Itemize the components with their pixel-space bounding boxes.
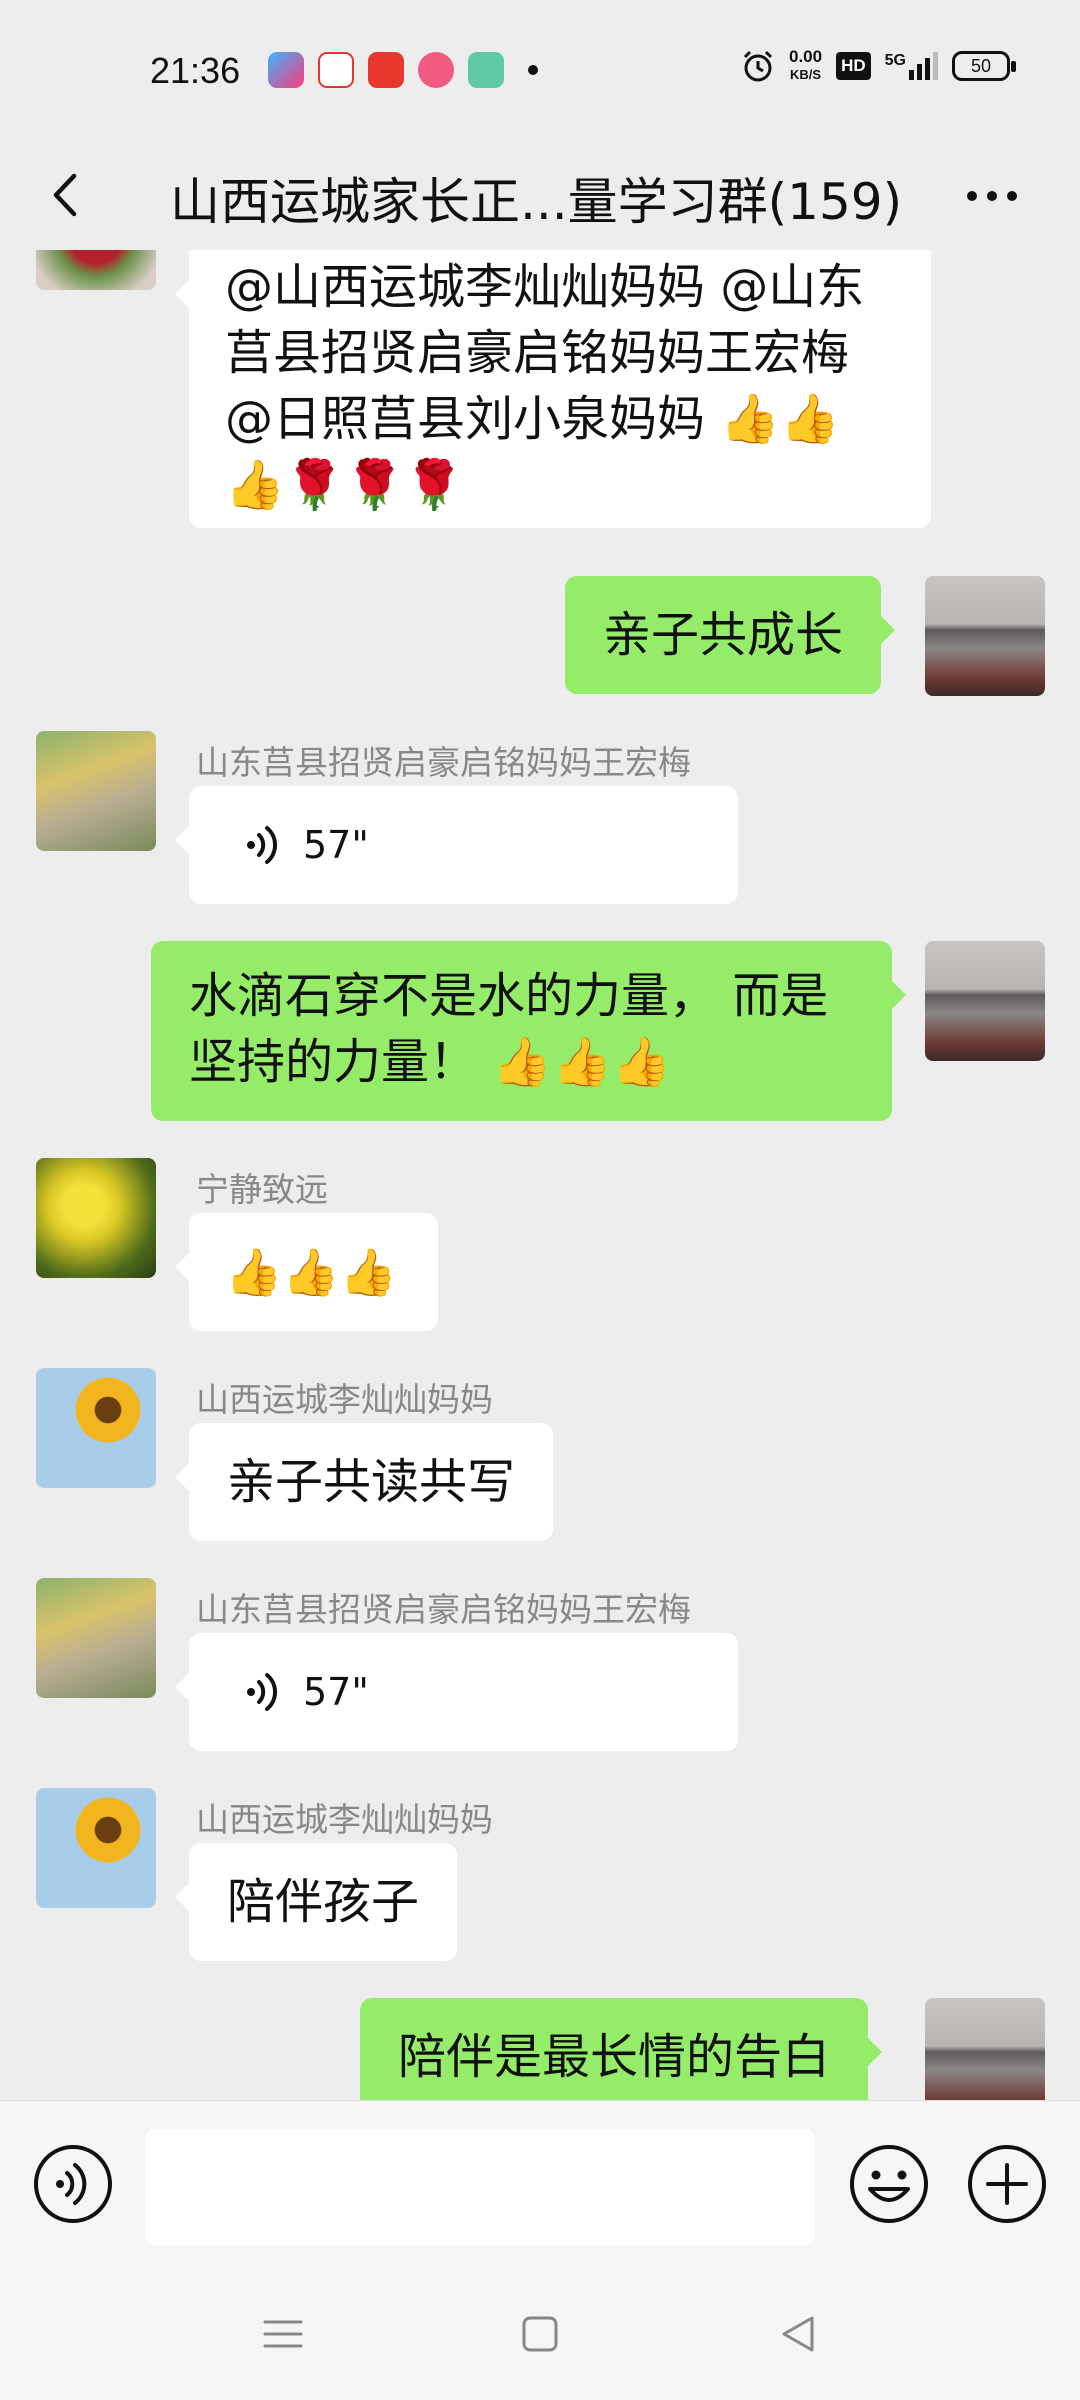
more-notifications-dot xyxy=(528,65,538,75)
menu-icon[interactable] xyxy=(253,2304,313,2364)
message-text: 陪伴孩子 xyxy=(227,1874,420,1930)
message-bubble[interactable]: 陪伴是最长情的告白 xyxy=(360,1998,883,2100)
chat-title: 山西运城家长正...量学习群(159) xyxy=(170,173,903,231)
message-text-line: 莒县招贤启豪启铭妈妈王宏梅 xyxy=(225,325,850,381)
sender-name: 宁静致远 xyxy=(196,1170,328,1209)
back-arrow-icon[interactable] xyxy=(42,170,92,220)
message-text-line: 坚持的力量！ 👍👍👍 xyxy=(189,1034,672,1090)
message-bubble[interactable]: 亲子共成长 xyxy=(565,576,896,694)
avatar[interactable] xyxy=(36,731,156,851)
chat-header: 山西运城家长正...量学习群(159) xyxy=(0,140,1080,250)
sender-name: 山西运城李灿灿妈妈 xyxy=(196,1380,493,1419)
avatar[interactable] xyxy=(36,1158,156,1278)
message-bubble[interactable]: 👍👍👍 xyxy=(175,1213,438,1331)
message-text-line: @山西运城李灿灿妈妈 @山东 xyxy=(225,259,865,315)
listen-app-icon xyxy=(368,52,404,88)
hd-badge: HD xyxy=(836,52,871,80)
avatar[interactable] xyxy=(36,1788,156,1908)
system-nav-bar xyxy=(0,2260,1080,2400)
map-app-icon xyxy=(318,52,354,88)
message-bubble[interactable]: 陪伴孩子 xyxy=(174,1843,458,1961)
message-bubble[interactable]: @山西运城李灿灿妈妈 @山东 莒县招贤启豪启铭妈妈王宏梅 @日照莒县刘小泉妈妈 … xyxy=(175,250,931,528)
sender-name: 山东莒县招贤启豪启铭妈妈王宏梅 xyxy=(196,1590,691,1629)
home-icon[interactable] xyxy=(510,2304,570,2364)
emoji-icon[interactable] xyxy=(848,2143,930,2225)
network-speed: 0.00 KB/S xyxy=(789,48,822,84)
back-icon[interactable] xyxy=(768,2304,828,2364)
voice-message[interactable]: 57" xyxy=(175,786,738,904)
signal-icon: 5G xyxy=(885,52,938,80)
message-text-line: 水滴石穿不是水的力量， 而是 xyxy=(189,968,829,1024)
avatar[interactable] xyxy=(36,250,156,290)
message-list[interactable]: @山西运城李灿灿妈妈 @山东 莒县招贤启豪启铭妈妈王宏梅 @日照莒县刘小泉妈妈 … xyxy=(0,250,1080,2100)
message-text: 👍👍👍 xyxy=(225,1245,397,1299)
input-bar xyxy=(0,2100,1080,2260)
my-avatar[interactable] xyxy=(925,1998,1045,2100)
message-input[interactable] xyxy=(145,2129,815,2245)
message-bubble[interactable]: 亲子共读共写 xyxy=(174,1423,554,1541)
speed-value: 0.00 xyxy=(789,47,823,66)
sender-name: 山东莒县招贤启豪启铭妈妈王宏梅 xyxy=(196,743,691,782)
notification-icons xyxy=(268,52,538,88)
alarm-icon xyxy=(743,50,773,82)
avatar[interactable] xyxy=(36,1578,156,1698)
plus-icon[interactable] xyxy=(966,2143,1048,2225)
message-text: 亲子共成长 xyxy=(603,607,844,663)
network-type: 5G xyxy=(884,52,906,69)
message-bubble[interactable]: 水滴石穿不是水的力量， 而是 坚持的力量！ 👍👍👍 xyxy=(151,941,906,1121)
my-avatar[interactable] xyxy=(925,576,1045,696)
news-app-icon xyxy=(418,52,454,88)
voice-message[interactable]: 57" xyxy=(175,1633,738,1751)
book-app-icon xyxy=(468,52,504,88)
voice-wave-icon xyxy=(247,826,278,864)
battery-indicator: 50 xyxy=(952,51,1016,81)
voice-duration: 57" xyxy=(303,823,369,867)
status-time: 21:36 xyxy=(150,50,241,91)
voice-input-icon[interactable] xyxy=(32,2143,114,2225)
sender-name: 山西运城李灿灿妈妈 xyxy=(196,1800,493,1839)
status-indicators: 0.00 KB/S HD 5G 50 xyxy=(741,48,1016,84)
my-avatar[interactable] xyxy=(925,941,1045,1061)
message-text-line: 👍🌹🌹🌹 xyxy=(225,457,465,513)
message-text-line: @日照莒县刘小泉妈妈 👍👍 xyxy=(225,391,840,447)
avatar[interactable] xyxy=(36,1368,156,1488)
video-app-icon xyxy=(268,52,304,88)
speed-unit: KB/S xyxy=(790,67,822,82)
more-icon[interactable] xyxy=(962,176,1022,216)
status-bar: 21:36 0.00 KB/S HD 5G 50 xyxy=(0,0,1080,140)
voice-wave-icon xyxy=(247,1673,278,1711)
voice-duration: 57" xyxy=(303,1670,369,1714)
message-text: 陪伴是最长情的告白 xyxy=(398,2029,831,2085)
message-text: 亲子共读共写 xyxy=(227,1454,516,1510)
